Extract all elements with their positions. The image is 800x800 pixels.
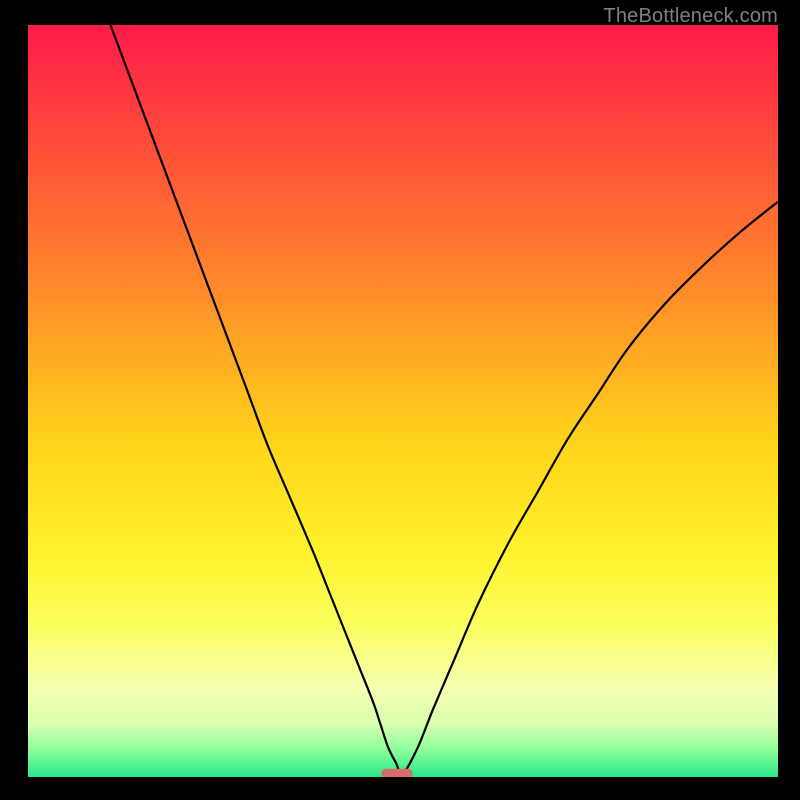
watermark-text: TheBottleneck.com bbox=[603, 5, 778, 28]
plot-area bbox=[28, 25, 778, 777]
optimal-marker bbox=[381, 769, 413, 777]
gradient-background bbox=[28, 25, 778, 777]
chart-frame: TheBottleneck.com bbox=[0, 0, 800, 800]
